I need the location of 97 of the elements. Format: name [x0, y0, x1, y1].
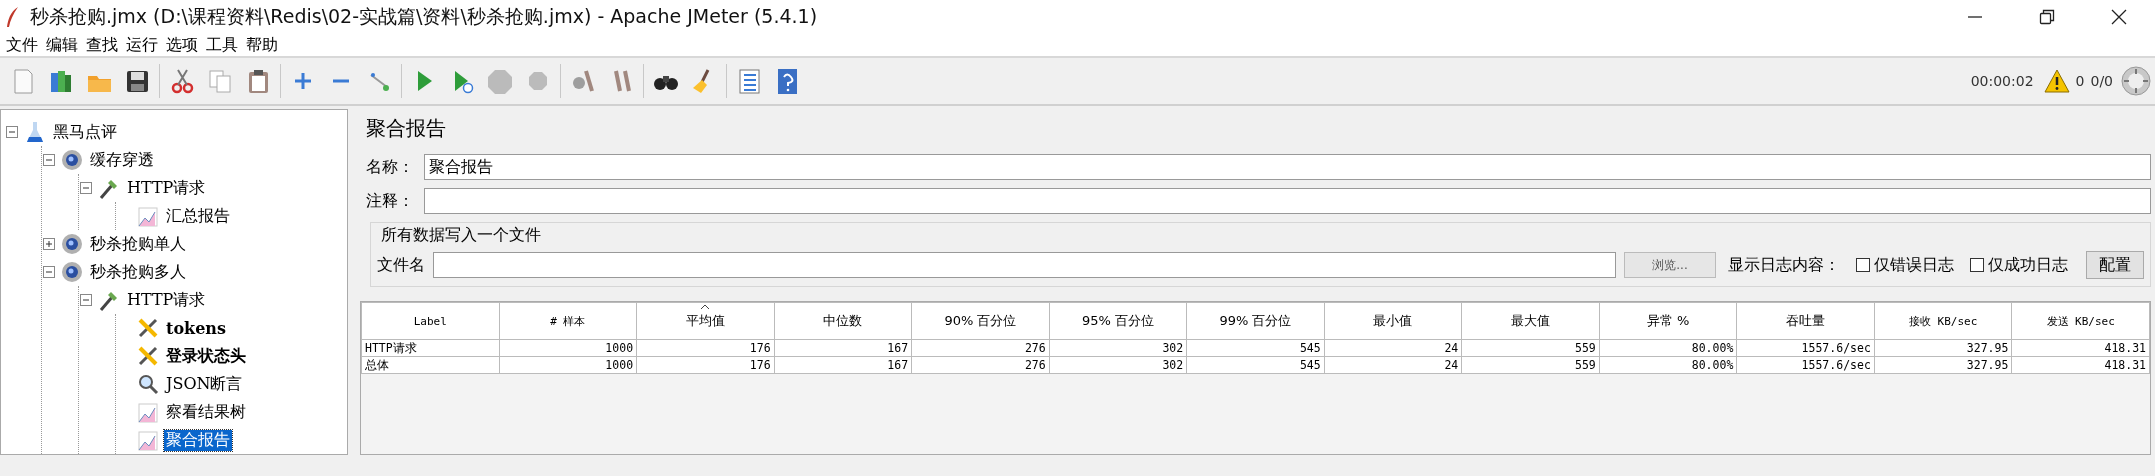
tree-item[interactable]: 察看结果树	[164, 401, 248, 423]
tree-item[interactable]: 秒杀抢购多人	[88, 261, 188, 283]
column-header[interactable]: 95% 百分位	[1049, 302, 1187, 340]
table-cell: 176	[636, 339, 775, 357]
collapse-icon[interactable]	[42, 153, 56, 167]
table-cell: 559	[1461, 356, 1600, 374]
table-cell: 327.95	[1874, 356, 2012, 374]
configure-button[interactable]: 配置	[2086, 251, 2144, 279]
thread-count: 0/0	[2090, 73, 2113, 89]
close-icon[interactable]	[2111, 9, 2127, 25]
column-header[interactable]: 中位数	[774, 302, 912, 340]
tree-item[interactable]: 秒杀抢购单人	[88, 233, 188, 255]
elapsed-time: 00:00:02	[1970, 73, 2034, 89]
checkbox[interactable]	[1856, 258, 1870, 272]
column-header[interactable]: 接收 KB/sec	[1874, 302, 2012, 340]
window-title: 秒杀抢购.jmx (D:\课程资料\Redis\02-实战篇\资料\秒杀抢购.jmx) - Apache JMeter (5.4.1)	[30, 4, 819, 29]
menu-item[interactable]: 文件	[2, 34, 42, 56]
menu-item[interactable]: 工具	[202, 34, 242, 56]
column-header[interactable]: 吞吐量	[1736, 302, 1875, 340]
remote-icon[interactable]	[2121, 66, 2151, 96]
warning-count: 0	[2075, 73, 2085, 89]
checkbox[interactable]	[1970, 258, 1984, 272]
tree-item[interactable]: HTTP请求	[125, 289, 208, 311]
restore-icon[interactable]	[2039, 9, 2055, 25]
table-cell: 1000	[499, 339, 637, 357]
tree-item[interactable]: 聚合报告	[164, 429, 232, 451]
menu-item[interactable]: 帮助	[242, 34, 282, 56]
menu-item[interactable]: 选项	[162, 34, 202, 56]
table-cell: 80.00%	[1599, 356, 1737, 374]
tree-item[interactable]: HTTP请求	[125, 177, 208, 199]
gear-icon	[60, 260, 84, 284]
table-cell: 302	[1049, 356, 1187, 374]
field-label: 名称：	[366, 156, 415, 178]
table-cell: 276	[911, 339, 1050, 357]
table-cell: 559	[1461, 339, 1600, 357]
tools-icon	[136, 316, 160, 340]
sort-caret-icon	[700, 304, 711, 310]
column-header[interactable]: 异常 %	[1599, 302, 1737, 340]
table-cell: 1557.6/sec	[1736, 339, 1875, 357]
gear-icon	[60, 232, 84, 256]
table-cell: 167	[774, 339, 912, 357]
gear-icon	[60, 148, 84, 172]
panel-title: 聚合报告	[365, 115, 447, 142]
collapse-icon[interactable]	[42, 265, 56, 279]
table-cell: 1557.6/sec	[1736, 356, 1875, 374]
table-cell: 302	[1049, 339, 1187, 357]
table-cell: 80.00%	[1599, 339, 1737, 357]
comment-field[interactable]	[424, 188, 2151, 214]
field-label: 文件名	[377, 254, 425, 276]
tree-item[interactable]: 登录状态头	[164, 345, 248, 367]
checkbox-label: 仅错误日志	[1874, 254, 1954, 276]
collapse-icon[interactable]	[79, 181, 93, 195]
filename-field[interactable]	[433, 252, 1616, 278]
group-title: 所有数据写入一个文件	[381, 225, 542, 246]
collapse-icon[interactable]	[5, 125, 19, 139]
tools-icon	[136, 344, 160, 368]
table-cell: 24	[1324, 356, 1462, 374]
table-cell: 545	[1186, 356, 1325, 374]
column-header[interactable]: 最大值	[1461, 302, 1600, 340]
warning-icon[interactable]	[2043, 69, 2070, 93]
table-cell: 418.31	[2011, 356, 2150, 374]
checkbox-label: 仅成功日志	[1988, 254, 2068, 276]
collapse-icon[interactable]	[79, 293, 93, 307]
tree-item[interactable]: 黑马点评	[51, 121, 119, 143]
menu-item[interactable]: 运行	[122, 34, 162, 56]
tree-item[interactable]: 汇总报告	[164, 205, 232, 227]
tree-item[interactable]: JSON断言	[164, 373, 245, 395]
table-cell: 24	[1324, 339, 1462, 357]
table-cell: 276	[911, 356, 1050, 374]
magnifier-icon	[136, 372, 160, 396]
column-header[interactable]: 99% 百分位	[1186, 302, 1325, 340]
column-header[interactable]: # 样本	[499, 302, 637, 340]
table-cell: 总体	[361, 356, 500, 374]
browse-button[interactable]: 浏览...	[1624, 252, 1716, 278]
expand-icon[interactable]	[42, 237, 56, 251]
table-cell: 167	[774, 356, 912, 374]
table-cell: 176	[636, 356, 775, 374]
table-cell: 327.95	[1874, 339, 2012, 357]
log-label: 显示日志内容：	[1728, 254, 1840, 276]
field-label: 注释：	[366, 190, 415, 212]
menu-item[interactable]: 查找	[82, 34, 122, 56]
chart-icon	[136, 204, 160, 228]
table-cell: HTTP请求	[361, 339, 500, 357]
table-cell: 418.31	[2011, 339, 2150, 357]
column-header[interactable]: 发送 KB/sec	[2011, 302, 2150, 340]
chart-icon	[136, 400, 160, 424]
column-header[interactable]: Label	[361, 302, 500, 340]
table-cell: 1000	[499, 356, 637, 374]
table-cell: 545	[1186, 339, 1325, 357]
tree-item[interactable]: tokens	[164, 318, 228, 338]
name-field[interactable]: 聚合报告	[424, 154, 2151, 180]
column-header[interactable]: 平均值	[636, 302, 775, 340]
column-header[interactable]: 最小值	[1324, 302, 1462, 340]
tree-item[interactable]: 缓存穿透	[88, 149, 156, 171]
menu-item[interactable]: 编辑	[42, 34, 82, 56]
column-header[interactable]: 90% 百分位	[911, 302, 1050, 340]
chart-icon	[136, 428, 160, 452]
